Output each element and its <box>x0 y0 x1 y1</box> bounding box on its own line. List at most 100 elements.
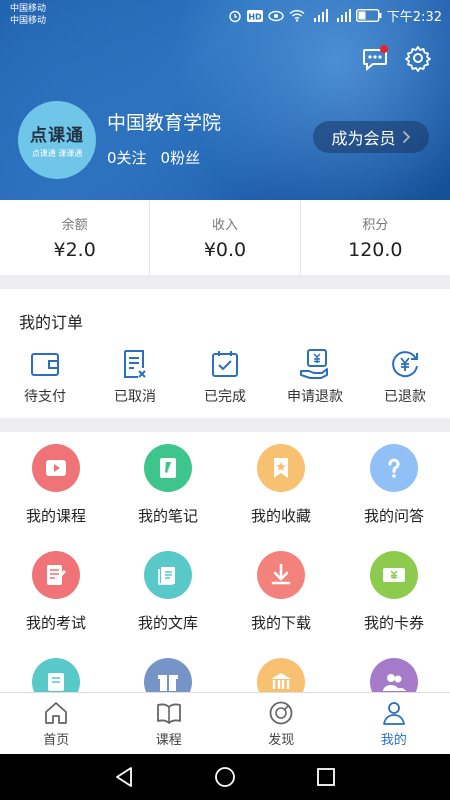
order-cancelled[interactable]: 已取消 <box>90 347 180 406</box>
avatar[interactable]: 点课通 点课通 课课通 <box>18 101 96 179</box>
home-circle-icon[interactable] <box>214 766 236 788</box>
vip-label: 成为会员 <box>331 129 396 148</box>
tab-label: 我的 <box>380 733 407 748</box>
tab-label: 课程 <box>155 733 182 748</box>
service-certificate[interactable] <box>0 658 112 692</box>
avatar-logo-subtext: 点课通 课课通 <box>31 149 83 158</box>
status-bar: 中国移动 中国移动 HD 下午2:32 <box>0 0 450 32</box>
question-icon <box>370 444 418 492</box>
eye-icon <box>268 10 284 21</box>
alarm-icon <box>229 10 241 22</box>
service-my-exams[interactable]: 我的考试 <box>0 551 112 633</box>
home-icon <box>45 702 68 724</box>
stat-income[interactable]: 收入 ¥0.0 <box>149 200 299 275</box>
service-my-library[interactable]: 我的文库 <box>112 551 224 633</box>
status-time: 下午2:32 <box>386 10 442 25</box>
stat-label: 收入 <box>211 218 238 233</box>
order-completed[interactable]: 已完成 <box>180 347 270 406</box>
notification-dot <box>380 45 388 53</box>
service-institution[interactable] <box>225 658 337 692</box>
cancelled-doc-icon <box>124 350 146 378</box>
stat-points[interactable]: 积分 120.0 <box>299 200 450 275</box>
bottom-tab-bar: 首页 课程 发现 我的 <box>0 692 450 755</box>
library-icon <box>144 551 192 599</box>
service-label: 我的课程 <box>25 507 86 525</box>
svg-text:HD: HD <box>248 12 262 21</box>
back-icon[interactable] <box>113 766 135 788</box>
wifi-icon <box>289 9 305 22</box>
hd-icon: HD <box>246 9 263 22</box>
fans-count[interactable]: 0粉丝 <box>161 147 201 168</box>
follow-count[interactable]: 0关注 <box>107 147 147 168</box>
order-label: 申请退款 <box>287 389 343 405</box>
stat-value: 120.0 <box>348 239 403 261</box>
profile-name: 中国教育学院 <box>107 112 222 134</box>
gear-icon[interactable] <box>404 44 432 72</box>
discover-icon <box>269 701 293 725</box>
service-my-qa[interactable]: 我的问答 <box>338 444 450 526</box>
chat-icon[interactable] <box>361 44 389 72</box>
service-my-courses[interactable]: 我的课程 <box>0 444 112 526</box>
service-label: 我的问答 <box>363 507 424 525</box>
carrier-line-2: 中国移动 <box>10 16 47 26</box>
recents-icon[interactable] <box>315 766 337 788</box>
book-icon <box>156 703 181 724</box>
gift-icon <box>144 658 192 692</box>
orders-title: 我的订单 <box>19 313 84 332</box>
completed-check-icon <box>212 351 238 377</box>
carrier-line-1: 中国移动 <box>10 4 47 14</box>
wallet-stats: 余额 ¥2.0 收入 ¥0.0 积分 120.0 <box>0 200 450 275</box>
system-nav-bar <box>0 754 450 800</box>
avatar-logo-text: 点课通 <box>30 126 84 146</box>
service-my-favorites[interactable]: 我的收藏 <box>225 444 337 526</box>
service-label: 我的考试 <box>25 614 86 632</box>
stat-label: 积分 <box>362 218 389 233</box>
order-label: 已取消 <box>114 389 156 405</box>
refund-request-icon <box>300 349 328 379</box>
order-label: 已退款 <box>384 389 426 405</box>
tab-label: 发现 <box>268 733 295 748</box>
stat-balance[interactable]: 余额 ¥2.0 <box>0 200 149 275</box>
profile-header: 中国移动 中国移动 HD 下午2:32 点课通 点课通 课课通 中国教育学院 0… <box>0 0 450 200</box>
tab-label: 首页 <box>43 733 70 748</box>
stat-label: 余额 <box>61 218 88 233</box>
service-gift[interactable] <box>112 658 224 692</box>
order-label: 待支付 <box>24 389 66 405</box>
services-grid: 我的课程 我的笔记 我的收藏 我的问答 我的考试 我的文库 我的下载 我的卡券 <box>0 432 450 692</box>
my-orders-section: 我的订单 待支付 已取消 已完成 申请退款 已退款 <box>0 289 450 418</box>
status-icons: HD 下午2:32 <box>228 6 442 25</box>
person-icon <box>382 702 405 725</box>
carrier-info: 中国移动 中国移动 <box>10 3 46 27</box>
service-label: 我的卡券 <box>363 614 424 632</box>
exam-icon <box>32 551 80 599</box>
institution-icon <box>257 658 305 692</box>
service-my-downloads[interactable]: 我的下载 <box>225 551 337 633</box>
refunded-icon <box>392 351 418 378</box>
order-refunded[interactable]: 已退款 <box>360 347 450 406</box>
coupon-icon <box>370 551 418 599</box>
order-label: 已完成 <box>204 389 246 405</box>
service-label: 我的笔记 <box>137 507 198 525</box>
service-my-notes[interactable]: 我的笔记 <box>112 444 224 526</box>
service-my-coupons[interactable]: 我的卡券 <box>338 551 450 633</box>
order-pending-payment[interactable]: 待支付 <box>0 347 90 406</box>
tab-discover[interactable]: 发现 <box>225 693 338 755</box>
note-pen-icon <box>144 444 192 492</box>
wallet-icon <box>31 353 59 376</box>
service-group[interactable] <box>338 658 450 692</box>
group-icon <box>370 658 418 692</box>
service-label: 我的下载 <box>250 614 311 632</box>
order-refund-request[interactable]: 申请退款 <box>270 347 360 406</box>
become-vip-button[interactable]: 成为会员 <box>313 121 429 153</box>
chevron-right-icon <box>402 130 410 144</box>
tab-mine[interactable]: 我的 <box>338 693 450 755</box>
follow-stats: 0关注 0粉丝 <box>107 147 200 168</box>
order-status-row: 待支付 已取消 已完成 申请退款 已退款 <box>0 347 450 406</box>
stat-value: ¥2.0 <box>53 239 96 261</box>
favorite-star-icon <box>257 444 305 492</box>
tab-home[interactable]: 首页 <box>0 693 113 755</box>
signal-4g-icon <box>313 9 328 22</box>
battery-icon <box>355 9 382 22</box>
tab-courses[interactable]: 课程 <box>113 693 226 755</box>
signal-2g-icon <box>336 9 351 22</box>
